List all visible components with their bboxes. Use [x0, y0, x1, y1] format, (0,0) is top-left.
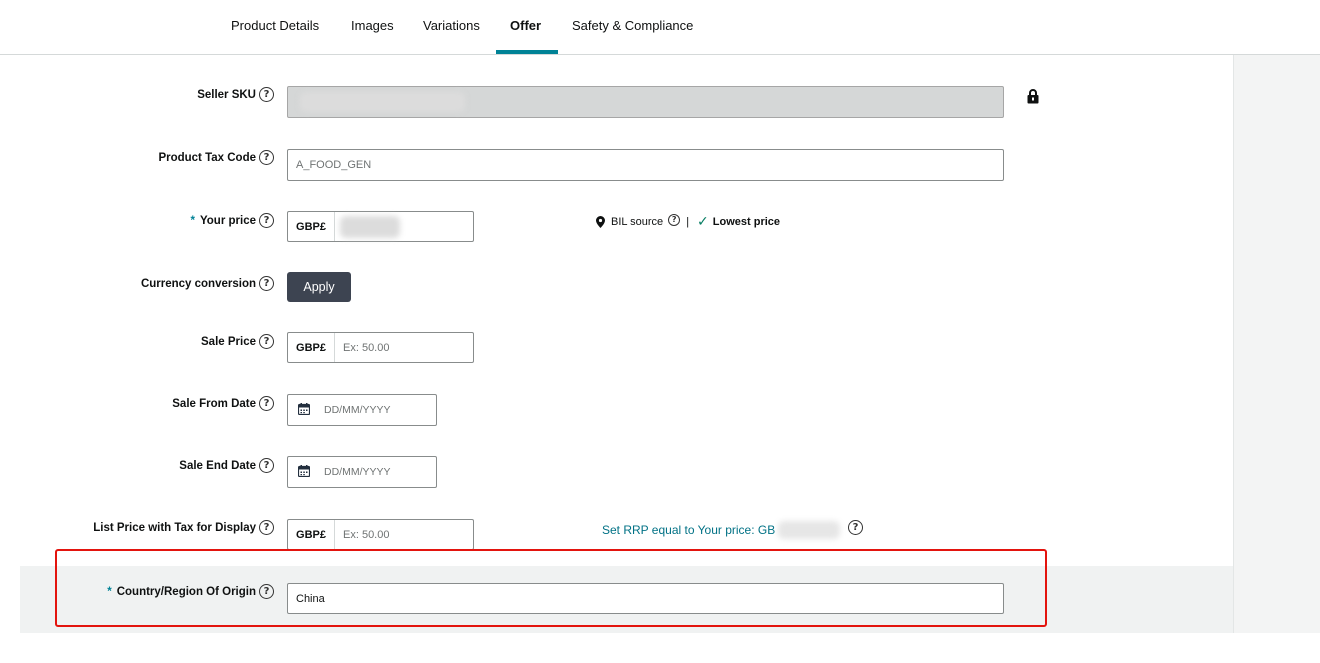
lock-icon [1027, 89, 1039, 104]
separator: | [686, 215, 690, 228]
help-icon[interactable]: ? [259, 396, 274, 411]
required-marker: * [190, 215, 195, 227]
redacted-sku-value [300, 92, 465, 112]
sale-from-date-input[interactable]: DD/MM/YYYY [287, 394, 437, 426]
help-icon[interactable]: ? [259, 213, 274, 228]
highlight-annotation-box [55, 549, 1047, 627]
currency-conversion-label: Currency conversion [140, 278, 256, 290]
your-price-label: * Your price [190, 215, 256, 227]
help-icon[interactable]: ? [259, 87, 274, 102]
sale-from-date-label: Sale From Date [172, 398, 256, 410]
your-price-label-text: Your price [199, 215, 256, 227]
help-icon[interactable]: ? [259, 458, 274, 473]
help-icon[interactable]: ? [259, 520, 274, 535]
calendar-icon[interactable] [298, 465, 310, 477]
location-pin-icon [596, 215, 605, 228]
help-icon[interactable]: ? [668, 213, 681, 226]
list-price-placeholder: Ex: 50.00 [343, 528, 390, 541]
help-icon[interactable]: ? [259, 150, 274, 165]
seller-sku-label: Seller SKU [197, 89, 256, 101]
product-tax-code-label: Product Tax Code [158, 152, 256, 164]
help-icon[interactable]: ? [259, 276, 274, 291]
sale-end-date-input[interactable]: DD/MM/YYYY [287, 456, 437, 488]
tab-safety-compliance[interactable]: Safety & Compliance [572, 18, 693, 33]
list-price-input[interactable]: GBP£ Ex: 50.00 [287, 519, 474, 550]
set-rrp-link[interactable]: Set RRP equal to Your price: GB [602, 523, 775, 537]
tab-bar: Product Details Images Variations Offer … [0, 0, 1320, 55]
bil-source-label: BIL source [611, 215, 664, 228]
redacted-price-value [340, 216, 400, 238]
checkmark-icon: ✓ [697, 213, 709, 229]
list-price-label: List Price with Tax for Display [93, 522, 256, 534]
help-icon[interactable]: ? [259, 334, 274, 349]
sale-end-date-placeholder: DD/MM/YYYY [324, 466, 391, 478]
currency-prefix: GBP£ [288, 333, 335, 362]
sale-price-placeholder: Ex: 50.00 [343, 341, 390, 354]
sale-price-label: Sale Price [201, 336, 256, 348]
lowest-price-status: Lowest price [712, 215, 781, 228]
apply-button[interactable]: Apply [287, 272, 351, 302]
active-tab-indicator [496, 50, 558, 54]
right-side-panel [1233, 55, 1320, 633]
bil-source: BIL source ? | ✓ Lowest price [596, 213, 780, 230]
currency-prefix: GBP£ [288, 212, 335, 241]
tab-product-details[interactable]: Product Details [231, 18, 319, 33]
product-tax-code-input[interactable]: A_FOOD_GEN [287, 149, 1004, 181]
tab-offer[interactable]: Offer [510, 18, 541, 33]
sale-price-input[interactable]: GBP£ Ex: 50.00 [287, 332, 474, 363]
help-icon[interactable]: ? [848, 520, 863, 535]
sale-from-date-placeholder: DD/MM/YYYY [324, 404, 391, 416]
tab-images[interactable]: Images [351, 18, 394, 33]
currency-prefix: GBP£ [288, 520, 335, 549]
sale-end-date-label: Sale End Date [179, 460, 256, 472]
tab-variations[interactable]: Variations [423, 18, 480, 33]
calendar-icon[interactable] [298, 403, 310, 415]
redacted-rrp-value [778, 521, 840, 539]
